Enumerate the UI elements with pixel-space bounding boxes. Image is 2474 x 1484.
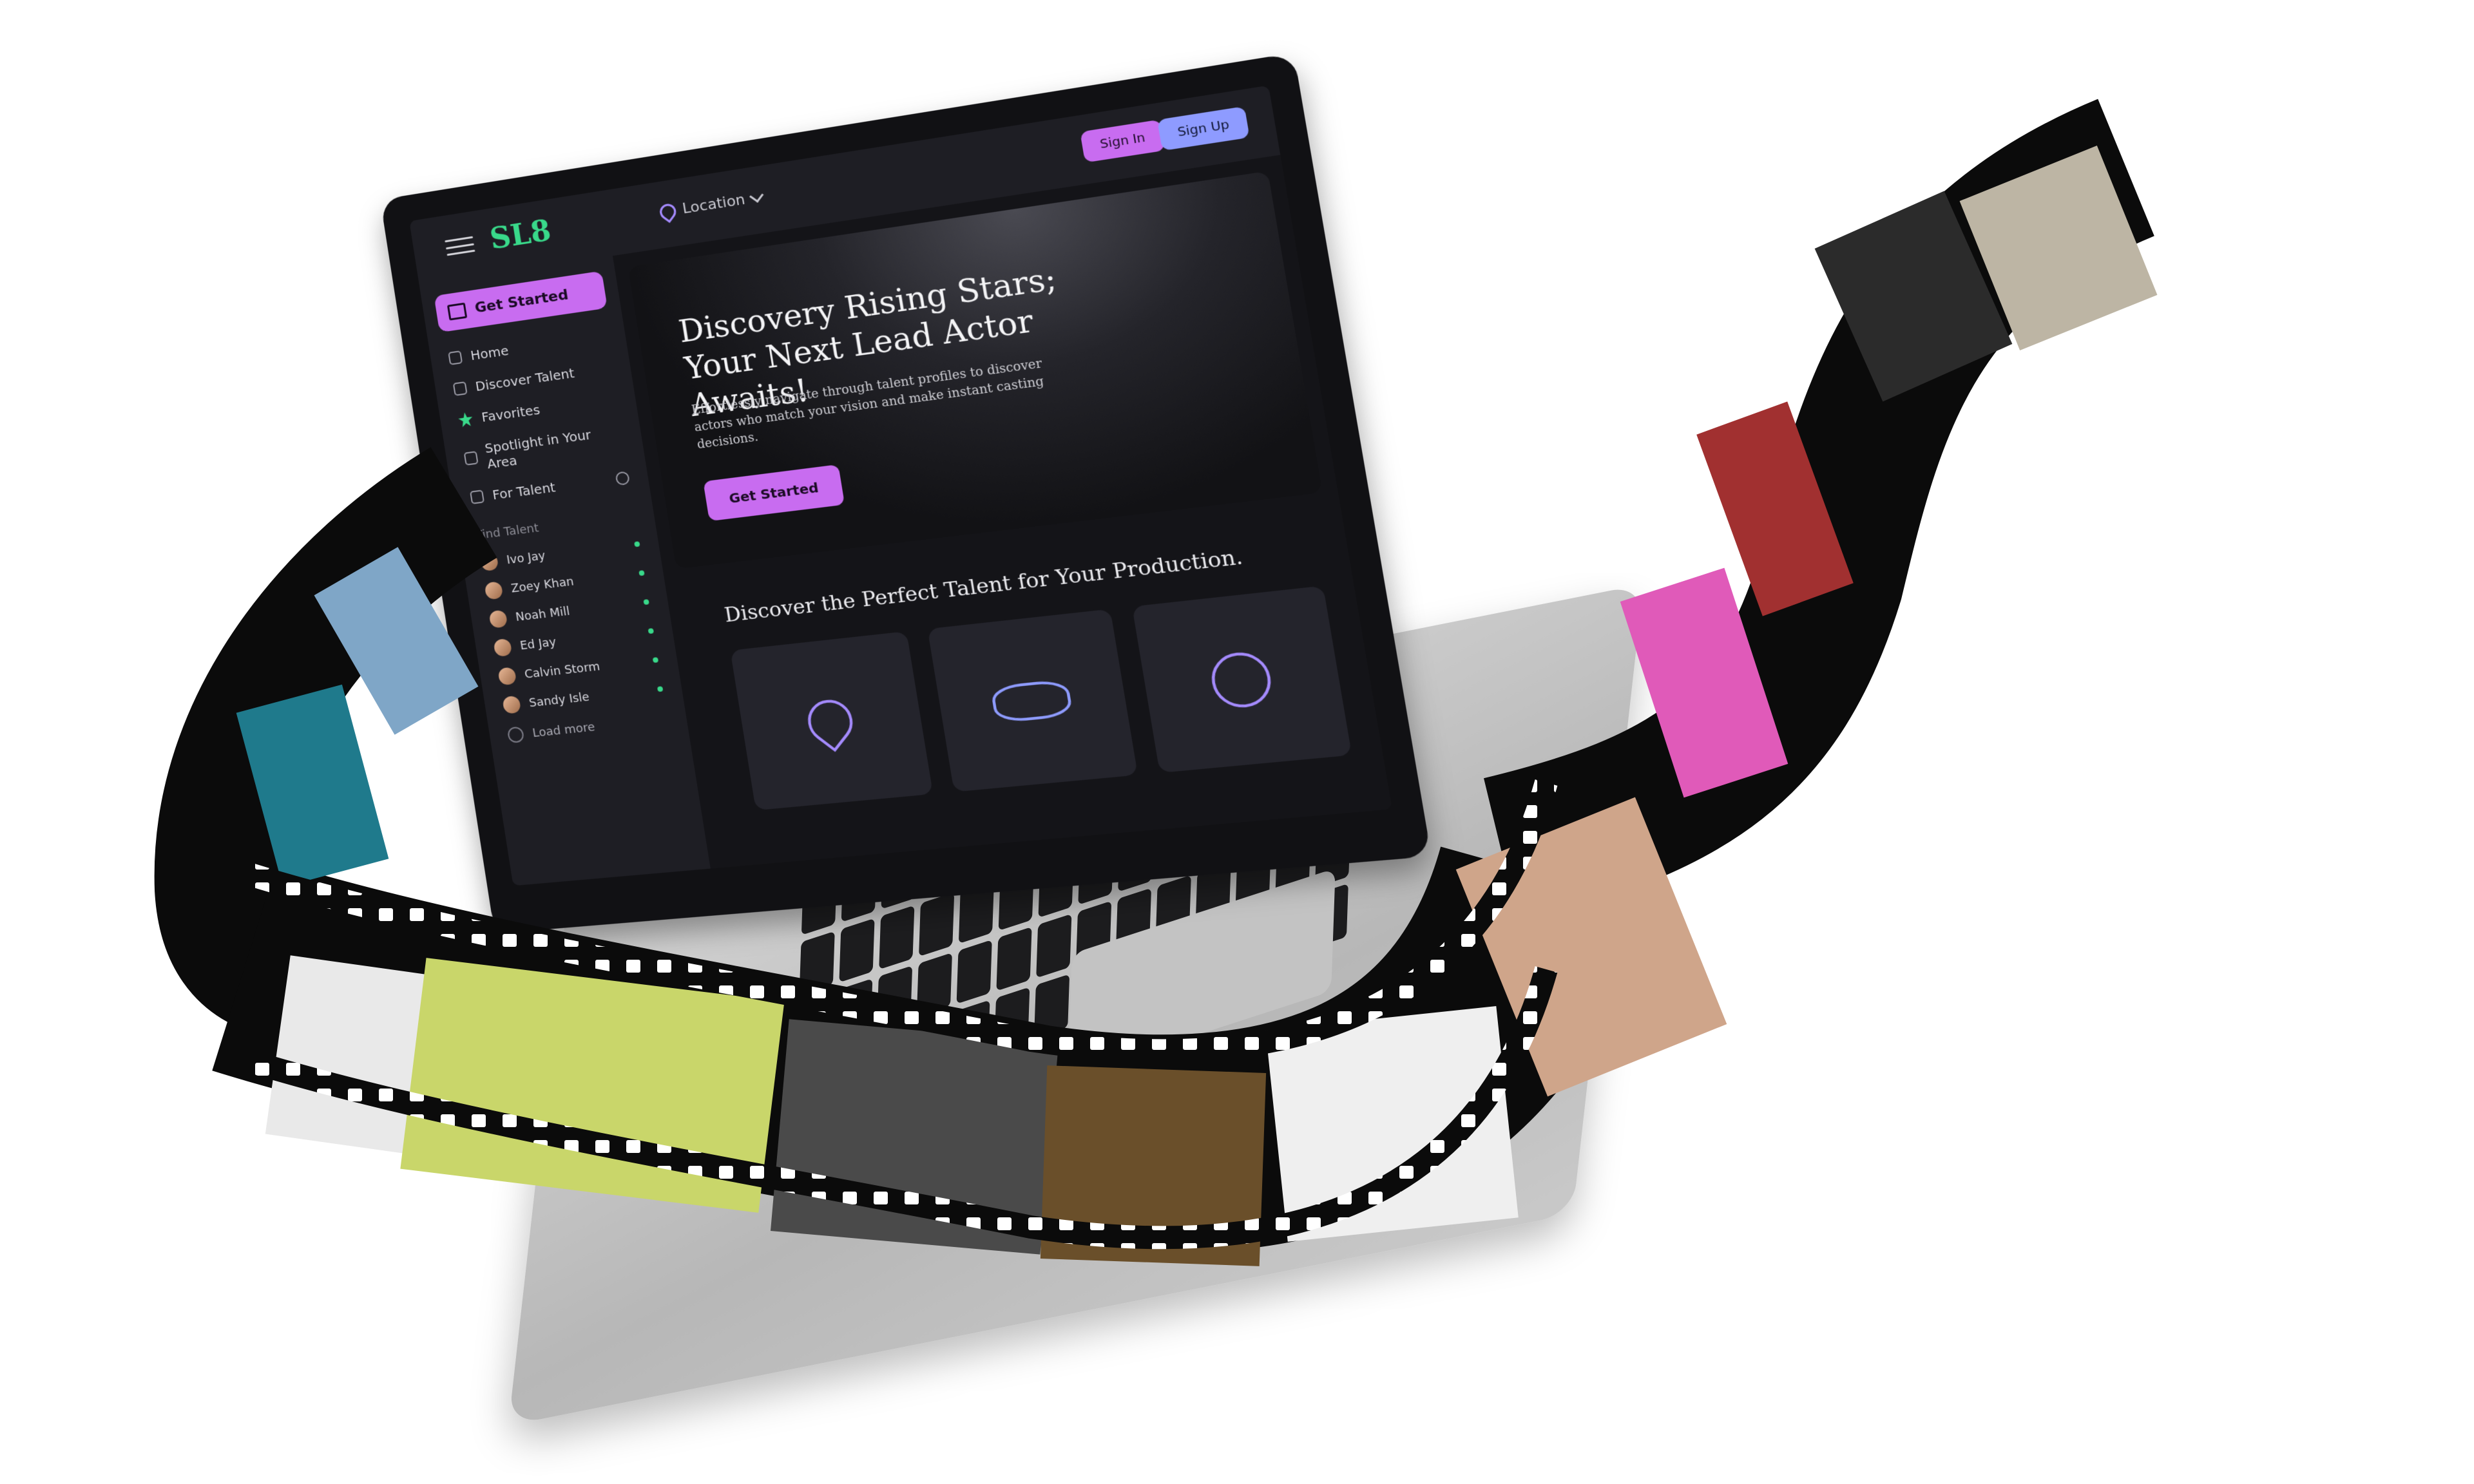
film-strip-graphic [154, 99, 2158, 1266]
film-strip [0, 0, 2474, 1484]
scene: SL8 Location Sign In Sign Up Get Started… [0, 0, 2474, 1484]
